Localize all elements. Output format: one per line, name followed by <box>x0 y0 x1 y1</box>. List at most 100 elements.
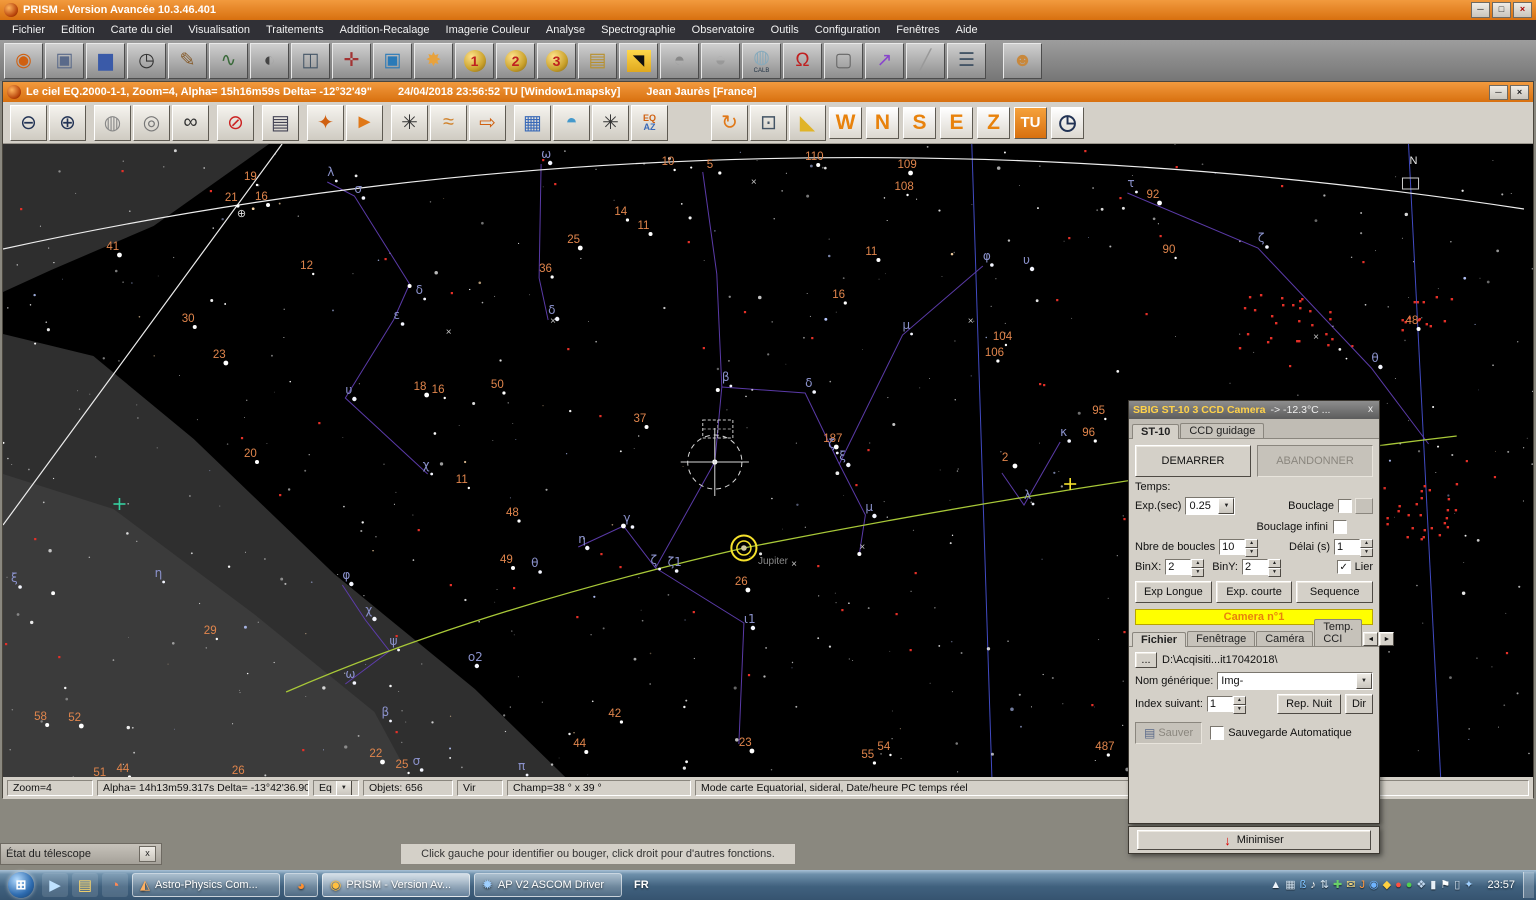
lier-checkbox[interactable]: ✓ <box>1337 560 1351 574</box>
task-firefox[interactable]: ◕ <box>284 873 318 897</box>
biny-spinner[interactable]: 2 ▲▼ <box>1242 559 1281 575</box>
menu-observatoire[interactable]: Observatoire <box>684 20 763 40</box>
index-spinner[interactable]: 1 ▲▼ <box>1207 696 1246 712</box>
start-button[interactable]: ⊞ <box>8 872 34 898</box>
calibration-disc-button[interactable]: ◍CALB <box>742 43 781 79</box>
dome-button[interactable]: ◓ <box>660 43 699 79</box>
direction-button-w[interactable]: W <box>829 107 862 139</box>
folder-icon[interactable]: ▤ <box>72 873 98 897</box>
spin-down-icon[interactable]: ▼ <box>1360 548 1373 557</box>
restore-button[interactable]: □ <box>1492 2 1511 18</box>
graph-button[interactable]: ↗ <box>865 43 904 79</box>
open-image-button[interactable]: ◉ <box>4 43 43 79</box>
file-tab-cam-ra[interactable]: Caméra <box>1256 631 1313 646</box>
eq-az-button[interactable]: EQAZ <box>631 105 668 141</box>
menu-edition[interactable]: Edition <box>53 20 103 40</box>
user-profile-button[interactable]: ☻ <box>1003 43 1042 79</box>
close-button[interactable]: × <box>1513 2 1532 18</box>
zoom-in-button[interactable]: ⊕ <box>49 105 86 141</box>
print-button[interactable]: ▤ <box>262 105 299 141</box>
slash-button[interactable]: ╱ <box>906 43 945 79</box>
spin-up-icon[interactable]: ▲ <box>1245 539 1258 548</box>
flag-icon[interactable]: ⚑ <box>1440 877 1450 893</box>
gear-button[interactable]: ✸ <box>414 43 453 79</box>
goto-arrow-button[interactable]: ⇨ <box>469 105 506 141</box>
filter-wheel-2-button[interactable]: 2 <box>496 43 535 79</box>
battery-icon[interactable]: ▯ <box>1454 877 1460 893</box>
menu-fen-tres[interactable]: Fenêtres <box>888 20 947 40</box>
ephemeris-button[interactable]: ▦ <box>514 105 551 141</box>
camera-tab-ccd-guidage[interactable]: CCD guidage <box>1180 423 1264 438</box>
field-asterisk-button[interactable]: ✳ <box>592 105 629 141</box>
exp-longue-button[interactable]: Exp Longue <box>1135 581 1212 603</box>
menu-imagerie-couleur[interactable]: Imagerie Couleur <box>438 20 538 40</box>
minimiser-button[interactable]: ↓ Minimiser <box>1137 830 1371 850</box>
comet-button[interactable]: ≈ <box>430 105 467 141</box>
binoculars-button[interactable]: ∞ <box>172 105 209 141</box>
telescope-status-window[interactable]: État du télescope x <box>0 843 162 865</box>
sphere-button[interactable]: ◍ <box>94 105 131 141</box>
update-icon[interactable]: ◆ <box>1383 877 1391 893</box>
map-minimize-button[interactable]: ─ <box>1489 85 1508 100</box>
media-player-icon[interactable]: ▶ <box>42 873 68 897</box>
clock-button[interactable]: ◷ <box>127 43 166 79</box>
menu-visualisation[interactable]: Visualisation <box>180 20 258 40</box>
minimize-button[interactable]: ─ <box>1471 2 1490 18</box>
spin-up-icon[interactable]: ▲ <box>1268 559 1281 568</box>
task-prism[interactable]: ◉PRISM - Version Av... <box>322 873 470 897</box>
file-tab-temp-cci[interactable]: Temp. CCI <box>1314 619 1362 646</box>
dir-button[interactable]: Dir <box>1345 694 1373 714</box>
spin-down-icon[interactable]: ▼ <box>1245 548 1258 557</box>
spin-up-icon[interactable]: ▲ <box>1233 696 1246 705</box>
sauver-button[interactable]: ▤ Sauver <box>1135 722 1202 744</box>
abandonner-button[interactable]: ABANDONNER <box>1257 445 1373 477</box>
binx-spinner[interactable]: 2 ▲▼ <box>1165 559 1204 575</box>
horizon-button[interactable]: ◓ <box>553 105 590 141</box>
shield-icon[interactable]: ✦ <box>1464 877 1473 893</box>
menu-configuration[interactable]: Configuration <box>807 20 888 40</box>
spin-up-icon[interactable]: ▲ <box>1360 539 1373 548</box>
sequence-button[interactable]: Sequence <box>1296 581 1373 603</box>
exposure-combo[interactable]: 0.25 ▼ <box>1185 497 1235 515</box>
menu-aide[interactable]: Aide <box>948 20 986 40</box>
rotate-button[interactable]: ↻ <box>711 105 748 141</box>
camera-panel-titlebar[interactable]: SBIG ST-10 3 CCD Camera -> -12.3°C ... x <box>1129 401 1379 419</box>
network-icon[interactable]: ⇅ <box>1320 877 1329 893</box>
dropdown-arrow-icon[interactable]: ▼ <box>1356 673 1372 689</box>
spin-down-icon[interactable]: ▼ <box>1233 705 1246 714</box>
save-button[interactable]: ▣ <box>45 43 84 79</box>
filter-wheel-3-button[interactable]: 3 <box>537 43 576 79</box>
chat-icon[interactable]: ❖ <box>1416 877 1426 893</box>
mail-icon[interactable]: ✉ <box>1346 877 1355 893</box>
set-square-button[interactable]: ◣ <box>789 105 826 141</box>
language-indicator[interactable]: FR <box>634 879 649 891</box>
menu-analyse[interactable]: Analyse <box>538 20 593 40</box>
show-desktop-button[interactable] <box>1523 872 1534 898</box>
camera-tab-st-10[interactable]: ST-10 <box>1132 424 1179 439</box>
edit-button[interactable]: ✎ <box>168 43 207 79</box>
sync-icon[interactable]: ◉ <box>1369 877 1379 893</box>
sauvegarde-auto-checkbox[interactable] <box>1210 726 1224 740</box>
histogram-button[interactable]: ▆ <box>86 43 125 79</box>
display-icon[interactable]: ▦ <box>1285 877 1295 893</box>
tab-scroll-left-icon[interactable]: ◄ <box>1363 632 1378 646</box>
mirror-button[interactable]: ◫ <box>291 43 330 79</box>
pennant-button[interactable]: ► <box>346 105 383 141</box>
menu-carte-du-ciel[interactable]: Carte du ciel <box>103 20 181 40</box>
browser-icon[interactable]: ◔ <box>102 873 128 897</box>
bouclage-checkbox[interactable] <box>1338 499 1352 513</box>
status-green-icon[interactable]: ● <box>1406 877 1413 893</box>
tab-scroll-right-icon[interactable]: ► <box>1379 632 1394 646</box>
curves-button[interactable]: ∿ <box>209 43 248 79</box>
task-ascom-driver[interactable]: ✹AP V2 ASCOM Driver <box>474 873 622 897</box>
menu-traitements[interactable]: Traitements <box>258 20 332 40</box>
clock-button[interactable]: ◷ <box>1051 107 1084 139</box>
antivirus-icon[interactable]: ✚ <box>1333 877 1342 893</box>
columns-button[interactable]: ☰ <box>947 43 986 79</box>
spin-up-icon[interactable]: ▲ <box>1191 559 1204 568</box>
file-tab-fichier[interactable]: Fichier <box>1132 632 1186 647</box>
menu-outils[interactable]: Outils <box>763 20 807 40</box>
rep-nuit-button[interactable]: Rep. Nuit <box>1277 694 1341 714</box>
globe-button[interactable]: ◎ <box>133 105 170 141</box>
delai-spinner[interactable]: 1 ▲▼ <box>1334 539 1373 555</box>
